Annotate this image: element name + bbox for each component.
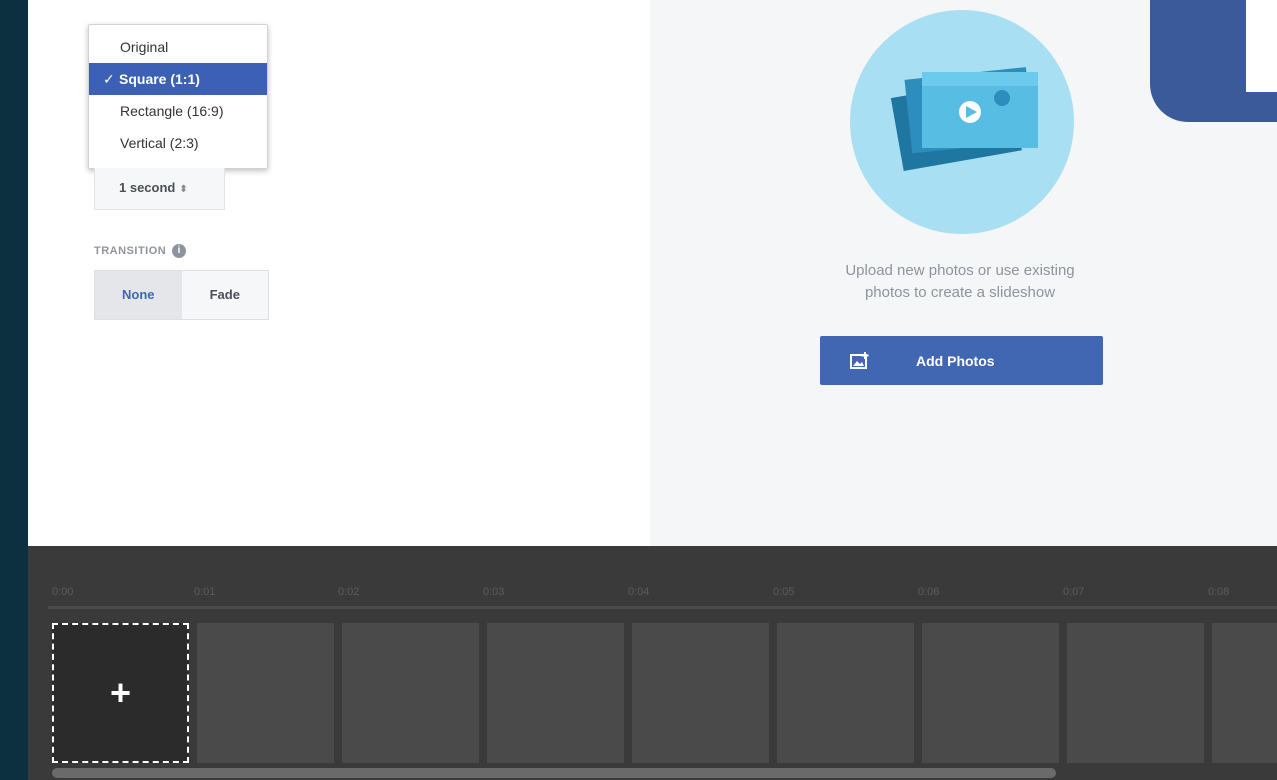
timeline-tick: 0:04 [628, 586, 650, 598]
duration-select[interactable]: 1 second ⬍ [94, 168, 225, 210]
timeline-tick: 0:07 [1063, 586, 1085, 598]
timeline-slot[interactable] [197, 623, 334, 763]
timeline-slot[interactable] [1212, 623, 1277, 763]
timeline-slot[interactable] [487, 623, 624, 763]
corner-notch [1246, 0, 1277, 92]
add-photos-button[interactable]: Add Photos [820, 336, 1103, 385]
timeline-slots: + [52, 623, 1277, 763]
menu-item-label: Square (1:1) [119, 71, 200, 87]
timeline-slot[interactable] [342, 623, 479, 763]
photo-stack-play-icon [850, 10, 1074, 234]
add-photo-icon [850, 351, 869, 369]
corner-decoration [1150, 0, 1277, 122]
slideshow-editor: Original ✓ Square (1:1) Rectangle (16:9) … [28, 0, 1277, 780]
timeline-slot[interactable] [1067, 623, 1204, 763]
menu-item-rectangle[interactable]: Rectangle (16:9) [89, 95, 267, 127]
timeline-tick: 0:02 [338, 586, 360, 598]
add-slide-button[interactable]: + [52, 623, 189, 763]
transition-label-text: TRANSITION [94, 245, 167, 257]
aspect-ratio-menu: Original ✓ Square (1:1) Rectangle (16:9) … [88, 24, 268, 169]
menu-item-vertical[interactable]: Vertical (2:3) [89, 127, 267, 159]
transition-none-button[interactable]: None [95, 271, 182, 319]
timeline-slot[interactable] [632, 623, 769, 763]
info-icon[interactable]: i [172, 244, 187, 258]
select-arrows-icon: ⬍ [179, 184, 188, 195]
menu-item-square[interactable]: ✓ Square (1:1) [89, 63, 267, 95]
upload-instructions: Upload new photos or use existing photos… [770, 260, 1150, 304]
menu-item-label: Vertical (2:3) [120, 135, 199, 151]
upload-text-line2: photos to create a slideshow [864, 284, 1056, 301]
timeline-tick: 0:03 [483, 586, 505, 598]
timeline-track [48, 606, 1277, 609]
timeline-tick: 0:01 [194, 586, 216, 598]
add-photos-label: Add Photos [916, 352, 995, 369]
timeline-tick: 0:06 [918, 586, 940, 598]
settings-panel: Original ✓ Square (1:1) Rectangle (16:9) … [28, 0, 650, 546]
transition-fade-button[interactable]: Fade [181, 271, 268, 319]
timeline-tick: 0:08 [1208, 586, 1230, 598]
timeline-ruler: 0:00 0:01 0:02 0:03 0:04 0:05 0:06 0:07 … [28, 586, 1277, 606]
transition-toggle: None Fade [94, 270, 269, 320]
plus-icon: + [109, 672, 132, 713]
timeline-slot[interactable] [777, 623, 914, 763]
timeline-tick: 0:00 [52, 586, 74, 598]
transition-label: TRANSITION i [94, 244, 187, 258]
menu-item-label: Original [120, 39, 169, 55]
timeline-scrollbar[interactable] [52, 768, 1056, 778]
timeline-panel: 0:00 0:01 0:02 0:03 0:04 0:05 0:06 0:07 … [28, 546, 1277, 780]
timeline-tick: 0:05 [773, 586, 795, 598]
duration-value: 1 second [119, 180, 176, 195]
timeline-slot[interactable] [922, 623, 1059, 763]
checkmark-icon: ✓ [103, 71, 115, 87]
menu-item-original[interactable]: Original [89, 31, 267, 63]
upload-text-line1: Upload new photos or use existing [845, 262, 1075, 279]
menu-item-label: Rectangle (16:9) [120, 103, 224, 119]
